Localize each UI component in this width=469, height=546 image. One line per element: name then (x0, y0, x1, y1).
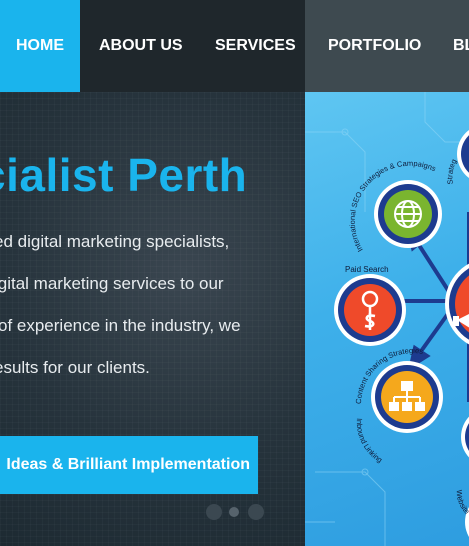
label-website: Website (455, 490, 469, 516)
label-strategies: Strateg (445, 157, 458, 184)
hero-text-panel: cialist Perth ed digital marketing speci… (0, 92, 305, 546)
svg-text:Inbound Linking: Inbound Linking (355, 418, 384, 465)
strategies-node (457, 130, 469, 178)
label-inbound-linking: Inbound Linking (355, 418, 384, 465)
center-node (445, 263, 469, 345)
hero-text-line: ed digital marketing specialists, (0, 232, 230, 251)
paid-search-node (334, 274, 406, 346)
slider-dot[interactable] (206, 504, 222, 520)
cta-button[interactable]: Ideas & Brilliant Implementation (0, 436, 258, 494)
content-node (371, 361, 443, 433)
nav-home[interactable]: HOME (0, 0, 80, 92)
nav-blog[interactable]: BL (453, 0, 469, 92)
hero-text-line: of experience in the industry, we (0, 316, 241, 335)
nav-portfolio[interactable]: PORTFOLIO (328, 0, 421, 92)
globe-node (374, 180, 442, 248)
hero-diagram-image: International SEO Strategies & Campaigns… (305, 92, 469, 546)
website-node (461, 416, 469, 537)
label-paid-search: Paid Search (345, 265, 389, 274)
nav-services[interactable]: SERVICES (215, 0, 296, 92)
top-navigation: HOME ABOUT US SERVICES PORTFOLIO BL (0, 0, 469, 92)
nav-about-us[interactable]: ABOUT US (99, 0, 183, 92)
svg-text:Strateg: Strateg (445, 157, 458, 184)
hero-title: cialist Perth (0, 149, 248, 201)
seo-diagram: International SEO Strategies & Campaigns… (305, 92, 469, 546)
slider-dot[interactable] (248, 504, 264, 520)
hero-text-line: igital marketing services to our (0, 274, 224, 293)
svg-text:Website: Website (455, 490, 469, 516)
hero-text-line: esults for our clients. (0, 358, 150, 377)
slider-dot-active[interactable] (229, 507, 239, 517)
